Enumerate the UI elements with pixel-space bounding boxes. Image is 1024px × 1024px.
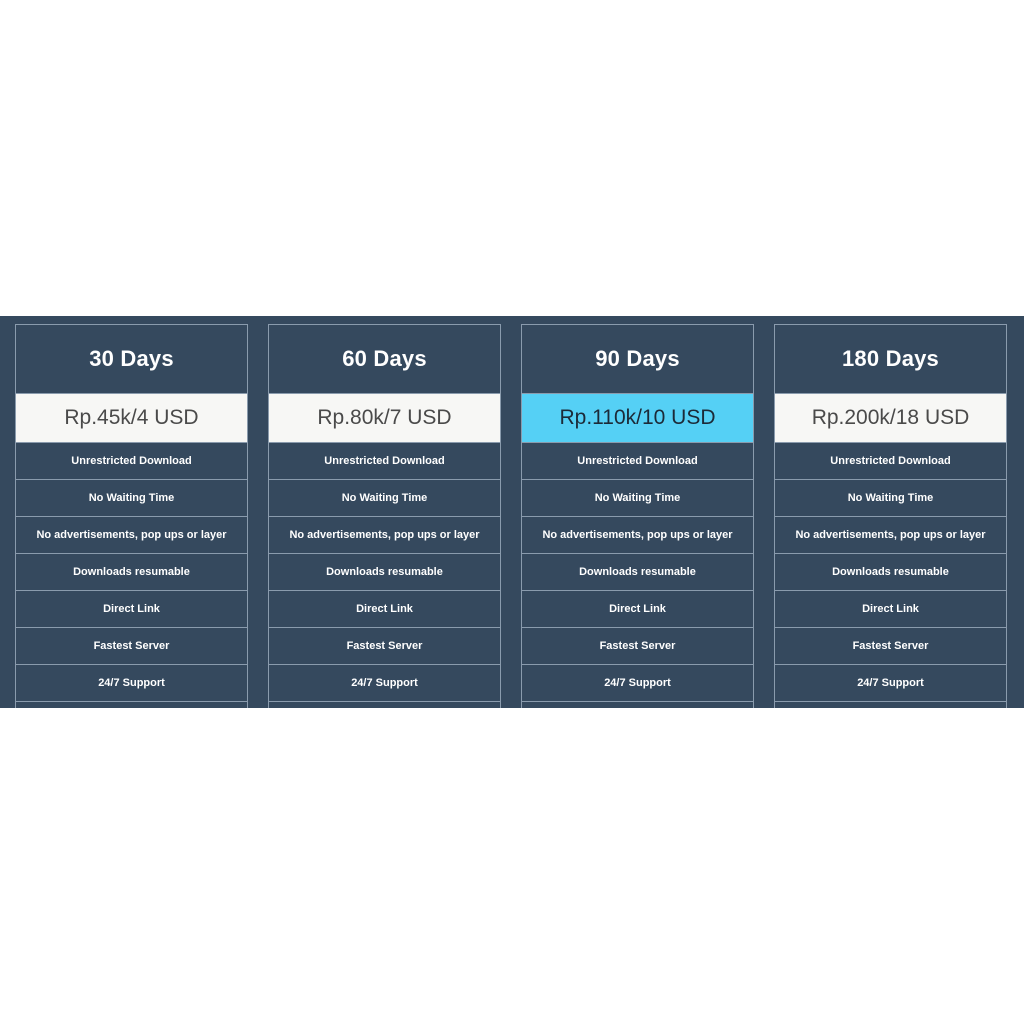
feature-item: Unrestricted Download xyxy=(16,443,247,480)
feature-item: No advertisements, pop ups or layer xyxy=(16,517,247,554)
plan-price-highlighted: Rp.110k/10 USD xyxy=(522,393,753,443)
plan-price: Rp.80k/7 USD xyxy=(269,393,500,443)
plan-name: 30 Days xyxy=(89,346,174,371)
feature-item: Direct Link xyxy=(269,591,500,628)
pricing-banner: 30 Days Rp.45k/4 USD Unrestricted Downlo… xyxy=(0,316,1024,708)
feature-item-clipped xyxy=(522,702,753,708)
feature-list: Unrestricted Download No Waiting Time No… xyxy=(522,443,753,708)
feature-item-clipped xyxy=(16,702,247,708)
feature-item: Direct Link xyxy=(16,591,247,628)
feature-item: 24/7 Support xyxy=(522,665,753,702)
feature-item: No Waiting Time xyxy=(16,480,247,517)
feature-item: Direct Link xyxy=(522,591,753,628)
feature-item: No Waiting Time xyxy=(269,480,500,517)
feature-item: Unrestricted Download xyxy=(269,443,500,480)
feature-item: Downloads resumable xyxy=(269,554,500,591)
feature-item: No advertisements, pop ups or layer xyxy=(269,517,500,554)
feature-item: No Waiting Time xyxy=(522,480,753,517)
feature-item: 24/7 Support xyxy=(16,665,247,702)
feature-item: Unrestricted Download xyxy=(775,443,1006,480)
feature-item: Downloads resumable xyxy=(775,554,1006,591)
feature-item: Downloads resumable xyxy=(522,554,753,591)
feature-item: No advertisements, pop ups or layer xyxy=(775,517,1006,554)
feature-item: Unrestricted Download xyxy=(522,443,753,480)
plan-price: Rp.200k/18 USD xyxy=(775,393,1006,443)
pricing-card-list: 30 Days Rp.45k/4 USD Unrestricted Downlo… xyxy=(15,324,1007,708)
feature-item: No Waiting Time xyxy=(775,480,1006,517)
plan-name: 90 Days xyxy=(595,346,680,371)
plan-name: 60 Days xyxy=(342,346,427,371)
pricing-card[interactable]: 30 Days Rp.45k/4 USD Unrestricted Downlo… xyxy=(15,324,248,708)
plan-price: Rp.45k/4 USD xyxy=(16,393,247,443)
feature-list: Unrestricted Download No Waiting Time No… xyxy=(16,443,247,708)
feature-item: Downloads resumable xyxy=(16,554,247,591)
feature-item-clipped xyxy=(269,702,500,708)
feature-item: No advertisements, pop ups or layer xyxy=(522,517,753,554)
feature-item: Fastest Server xyxy=(522,628,753,665)
pricing-card[interactable]: 60 Days Rp.80k/7 USD Unrestricted Downlo… xyxy=(268,324,501,708)
feature-item-clipped xyxy=(775,702,1006,708)
pricing-card[interactable]: 180 Days Rp.200k/18 USD Unrestricted Dow… xyxy=(774,324,1007,708)
feature-item: Fastest Server xyxy=(16,628,247,665)
plan-name: 180 Days xyxy=(841,346,939,371)
feature-item: Fastest Server xyxy=(775,628,1006,665)
feature-list: Unrestricted Download No Waiting Time No… xyxy=(269,443,500,708)
feature-item: 24/7 Support xyxy=(269,665,500,702)
feature-item: Fastest Server xyxy=(269,628,500,665)
feature-list: Unrestricted Download No Waiting Time No… xyxy=(775,443,1006,708)
pricing-card[interactable]: 90 Days Rp.110k/10 USD Unrestricted Down… xyxy=(521,324,754,708)
feature-item: Direct Link xyxy=(775,591,1006,628)
feature-item: 24/7 Support xyxy=(775,665,1006,702)
